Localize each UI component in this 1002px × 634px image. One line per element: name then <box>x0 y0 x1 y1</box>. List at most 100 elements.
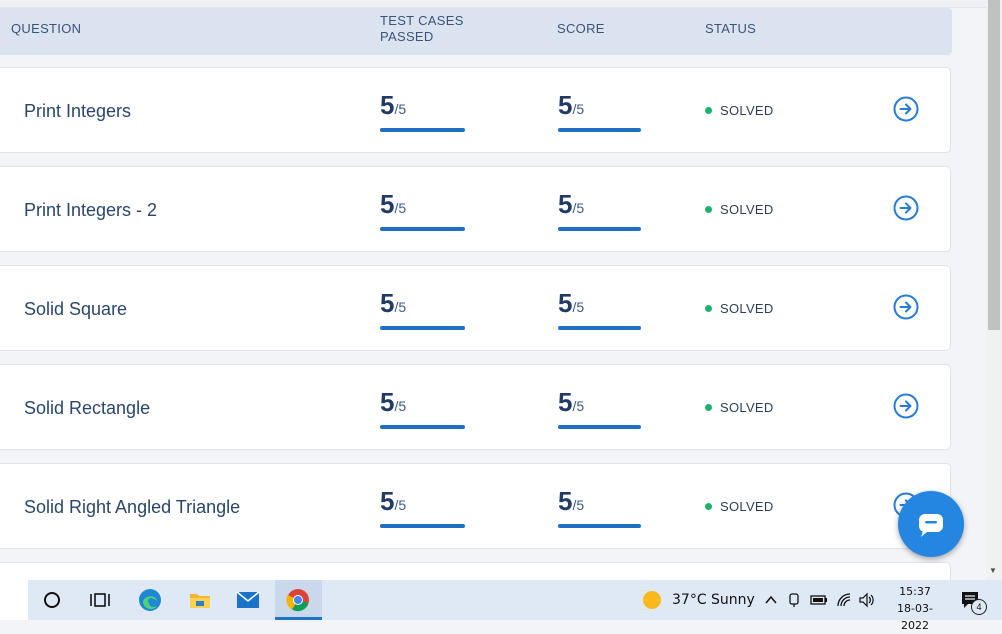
test-cases-total: /5 <box>394 200 407 216</box>
meet-now-icon[interactable] <box>788 592 802 608</box>
score-progress-bar <box>558 227 641 231</box>
score-total: /5 <box>572 299 585 315</box>
arrow-right-circle-icon[interactable] <box>893 294 919 320</box>
wifi-icon[interactable] <box>836 592 852 608</box>
score-progress-bar <box>558 128 641 132</box>
status-badge: SOLVED <box>705 103 774 118</box>
test-cases-cell: 5/5 <box>380 288 465 332</box>
question-title[interactable]: Solid Square <box>24 299 127 320</box>
header-score: SCORE <box>557 21 605 36</box>
status-text: SOLVED <box>720 301 774 316</box>
scrollbar-thumb[interactable] <box>988 0 1000 330</box>
score-total: /5 <box>572 200 585 216</box>
header-status: STATUS <box>705 21 757 36</box>
mail-icon[interactable] <box>236 588 260 612</box>
score-progress-bar <box>558 425 641 429</box>
score-value: 5 <box>558 90 573 120</box>
test-cases-cell: 5/5 <box>380 387 465 431</box>
test-cases-passed: 5 <box>380 387 395 417</box>
score-value: 5 <box>558 387 573 417</box>
solved-dot <box>705 206 712 213</box>
score-progress-bar <box>558 524 641 528</box>
test-cases-cell: 5/5 <box>380 189 465 233</box>
chat-bubble-icon <box>919 514 943 537</box>
table-row-partial <box>0 562 951 580</box>
scroll-down-arrow[interactable]: ▼ <box>989 566 997 575</box>
page-content: QUESTION TEST CASES PASSED SCORE STATUS … <box>0 0 986 580</box>
score-total: /5 <box>572 398 585 414</box>
score-value: 5 <box>558 189 573 219</box>
taskbar-search-box[interactable] <box>0 580 28 620</box>
status-badge: SOLVED <box>705 301 774 316</box>
status-text: SOLVED <box>720 103 774 118</box>
chevron-up-icon[interactable] <box>764 594 778 606</box>
test-cases-progress-bar <box>380 227 465 231</box>
test-cases-progress-bar <box>380 524 465 528</box>
clock-time: 15:37 <box>899 585 931 598</box>
table-row[interactable]: Print Integers 5/5 5/5 SOLVED <box>0 67 951 153</box>
score-cell: 5/5 <box>558 189 641 233</box>
test-cases-passed: 5 <box>380 90 395 120</box>
status-text: SOLVED <box>720 499 774 514</box>
status-badge: SOLVED <box>705 499 774 514</box>
header-test-cases: TEST CASES PASSED <box>380 13 464 44</box>
score-cell: 5/5 <box>558 288 641 332</box>
status-badge: SOLVED <box>705 400 774 415</box>
clock-date: 18-03-2022 <box>897 602 933 632</box>
windows-taskbar: 37°C Sunny 15:37 18-03-2022 <box>0 580 1002 632</box>
test-cases-total: /5 <box>394 299 407 315</box>
status-text: SOLVED <box>720 400 774 415</box>
table-header: QUESTION TEST CASES PASSED SCORE STATUS <box>0 8 952 55</box>
test-cases-total: /5 <box>394 497 407 513</box>
search-icon[interactable] <box>40 588 64 612</box>
top-edge <box>0 0 986 8</box>
test-cases-passed: 5 <box>380 288 395 318</box>
table-row[interactable]: Solid Square 5/5 5/5 SOLVED <box>0 265 951 351</box>
score-value: 5 <box>558 288 573 318</box>
solved-dot <box>705 404 712 411</box>
chrome-icon[interactable] <box>286 588 310 612</box>
arrow-right-circle-icon[interactable] <box>893 195 919 221</box>
test-cases-progress-bar <box>380 128 465 132</box>
battery-icon[interactable] <box>810 593 828 607</box>
notification-count-badge: 4 <box>971 599 987 615</box>
volume-icon[interactable] <box>858 592 876 608</box>
taskbar-clock[interactable]: 15:37 18-03-2022 <box>885 583 945 634</box>
file-explorer-icon[interactable] <box>188 588 212 612</box>
arrow-right-circle-icon[interactable] <box>893 96 919 122</box>
test-cases-total: /5 <box>394 398 407 414</box>
question-title[interactable]: Solid Right Angled Triangle <box>24 497 240 518</box>
question-title[interactable]: Print Integers - 2 <box>24 200 157 221</box>
header-question: QUESTION <box>11 21 82 36</box>
table-row[interactable]: Solid Rectangle 5/5 5/5 SOLVED <box>0 364 951 450</box>
solved-dot <box>705 107 712 114</box>
status-badge: SOLVED <box>705 202 774 217</box>
test-cases-progress-bar <box>380 326 465 330</box>
solved-dot <box>705 503 712 510</box>
score-cell: 5/5 <box>558 90 641 134</box>
table-row[interactable]: Print Integers - 2 5/5 5/5 SOLVED <box>0 166 951 252</box>
score-total: /5 <box>572 101 585 117</box>
score-total: /5 <box>572 497 585 513</box>
test-cases-cell: 5/5 <box>380 90 465 134</box>
chat-widget-button[interactable] <box>898 491 964 557</box>
question-title[interactable]: Solid Rectangle <box>24 398 150 419</box>
score-cell: 5/5 <box>558 486 641 530</box>
weather-text[interactable]: 37°C Sunny <box>672 592 755 608</box>
test-cases-passed: 5 <box>380 189 395 219</box>
arrow-right-circle-icon[interactable] <box>893 393 919 419</box>
solved-dot <box>705 305 712 312</box>
sun-weather-icon[interactable] <box>642 590 662 610</box>
task-view-icon[interactable] <box>88 588 112 612</box>
test-cases-cell: 5/5 <box>380 486 465 530</box>
test-cases-passed: 5 <box>380 486 395 516</box>
test-cases-total: /5 <box>394 101 407 117</box>
status-text: SOLVED <box>720 202 774 217</box>
score-value: 5 <box>558 486 573 516</box>
question-title[interactable]: Print Integers <box>24 101 131 122</box>
score-progress-bar <box>558 326 641 330</box>
table-row[interactable]: Solid Right Angled Triangle 5/5 5/5 SOLV… <box>0 463 951 549</box>
edge-icon[interactable] <box>138 588 162 612</box>
score-cell: 5/5 <box>558 387 641 431</box>
test-cases-progress-bar <box>380 425 465 429</box>
